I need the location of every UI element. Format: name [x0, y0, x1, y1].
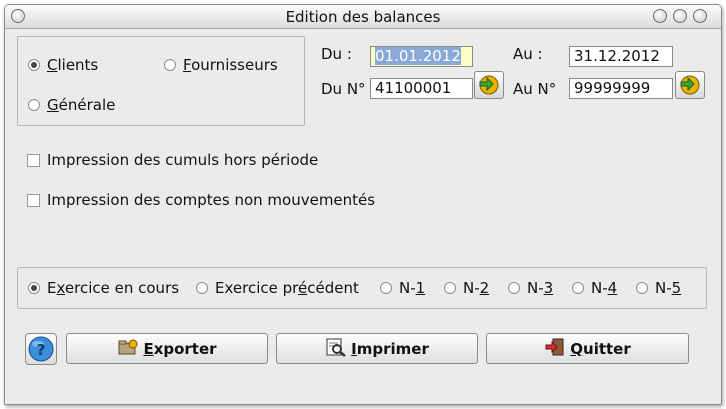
period-group: Exercice en cours Exercice précédent N-1… — [17, 267, 707, 309]
close-button[interactable] — [693, 9, 707, 23]
radio-indicator — [196, 282, 208, 294]
checkbox-indicator — [27, 193, 40, 207]
radio-exercice-precedent-label: Exercice précédent — [215, 279, 359, 297]
checkbox-indicator — [27, 153, 40, 167]
checkbox-cumuls-hors-periode[interactable]: Impression des cumuls hors période — [27, 151, 318, 169]
radio-exercice-precedent[interactable]: Exercice précédent — [196, 279, 359, 297]
radio-generale-label: Générale — [47, 96, 116, 114]
radio-clients[interactable]: Clients — [28, 56, 98, 74]
folder-export-icon — [117, 338, 139, 360]
checkbox-cumuls-label: Impression des cumuls hors période — [47, 151, 319, 169]
minimize-button[interactable] — [653, 9, 667, 23]
help-globe-icon: ? — [28, 336, 54, 362]
radio-n-4[interactable]: N-4 — [572, 279, 617, 297]
window-menu-button[interactable] — [11, 9, 25, 23]
date-from-field[interactable]: 01.01.2012 — [370, 46, 473, 67]
radio-n-5[interactable]: N-5 — [636, 279, 681, 297]
radio-n-3-label: N-3 — [527, 279, 554, 297]
account-from-lookup-button[interactable] — [474, 71, 504, 99]
radio-n-2[interactable]: N-2 — [444, 279, 489, 297]
radio-indicator — [164, 59, 176, 71]
maximize-button[interactable] — [673, 9, 687, 23]
radio-n-3[interactable]: N-3 — [508, 279, 553, 297]
radio-n-4-label: N-4 — [591, 279, 618, 297]
print-preview-icon — [325, 337, 347, 361]
checkbox-comptes-non-mouvementes[interactable]: Impression des comptes non mouvementés — [27, 191, 375, 209]
svg-text:?: ? — [37, 341, 46, 359]
window-title: Edition des balances — [285, 8, 441, 26]
quit-button[interactable]: Quitter — [486, 333, 689, 364]
radio-n-2-label: N-2 — [463, 279, 490, 297]
title-bar[interactable]: Edition des balances — [5, 5, 721, 29]
arrow-right-gold-icon — [479, 75, 499, 95]
radio-n-5-label: N-5 — [655, 279, 682, 297]
checkbox-non-mouvementes-label: Impression des comptes non mouvementés — [47, 191, 376, 209]
date-to-field[interactable]: 31.12.2012 — [569, 46, 673, 67]
balances-dialog: Edition des balances Clients Fournisseur… — [4, 4, 722, 405]
radio-indicator — [380, 282, 392, 294]
radio-n-1-label: N-1 — [399, 279, 426, 297]
account-type-group: Clients Fournisseurs Générale — [17, 36, 305, 126]
radio-indicator — [28, 59, 40, 71]
radio-exercice-en-cours[interactable]: Exercice en cours — [28, 279, 179, 297]
export-button[interactable]: Exporter — [66, 333, 268, 364]
radio-clients-label: Clients — [47, 56, 99, 74]
radio-indicator — [572, 282, 584, 294]
du-label: Du : — [321, 45, 352, 63]
radio-fournisseurs[interactable]: Fournisseurs — [164, 56, 278, 74]
radio-indicator — [444, 282, 456, 294]
export-button-label: Exporter — [143, 339, 217, 358]
radio-indicator — [636, 282, 648, 294]
au-label: Au : — [513, 45, 543, 63]
radio-generale[interactable]: Générale — [28, 96, 115, 114]
account-to-lookup-button[interactable] — [675, 71, 705, 99]
du-num-label: Du N° — [321, 80, 366, 98]
account-to-field[interactable]: 99999999 — [569, 78, 673, 99]
radio-indicator — [28, 99, 40, 111]
help-button[interactable]: ? — [25, 333, 57, 365]
print-button-label: Imprimer — [351, 339, 429, 358]
radio-exercice-en-cours-label: Exercice en cours — [47, 279, 180, 297]
quit-button-label: Quitter — [570, 339, 631, 358]
date-from-value: 01.01.2012 — [375, 47, 461, 65]
exit-door-icon — [544, 337, 566, 361]
arrow-right-gold-icon — [680, 75, 700, 95]
au-num-label: Au N° — [513, 80, 557, 98]
radio-indicator — [508, 282, 520, 294]
radio-fournisseurs-label: Fournisseurs — [183, 56, 278, 74]
radio-n-1[interactable]: N-1 — [380, 279, 425, 297]
print-button[interactable]: Imprimer — [276, 333, 478, 364]
account-from-field[interactable]: 41100001 — [370, 78, 473, 99]
radio-indicator — [28, 282, 40, 294]
